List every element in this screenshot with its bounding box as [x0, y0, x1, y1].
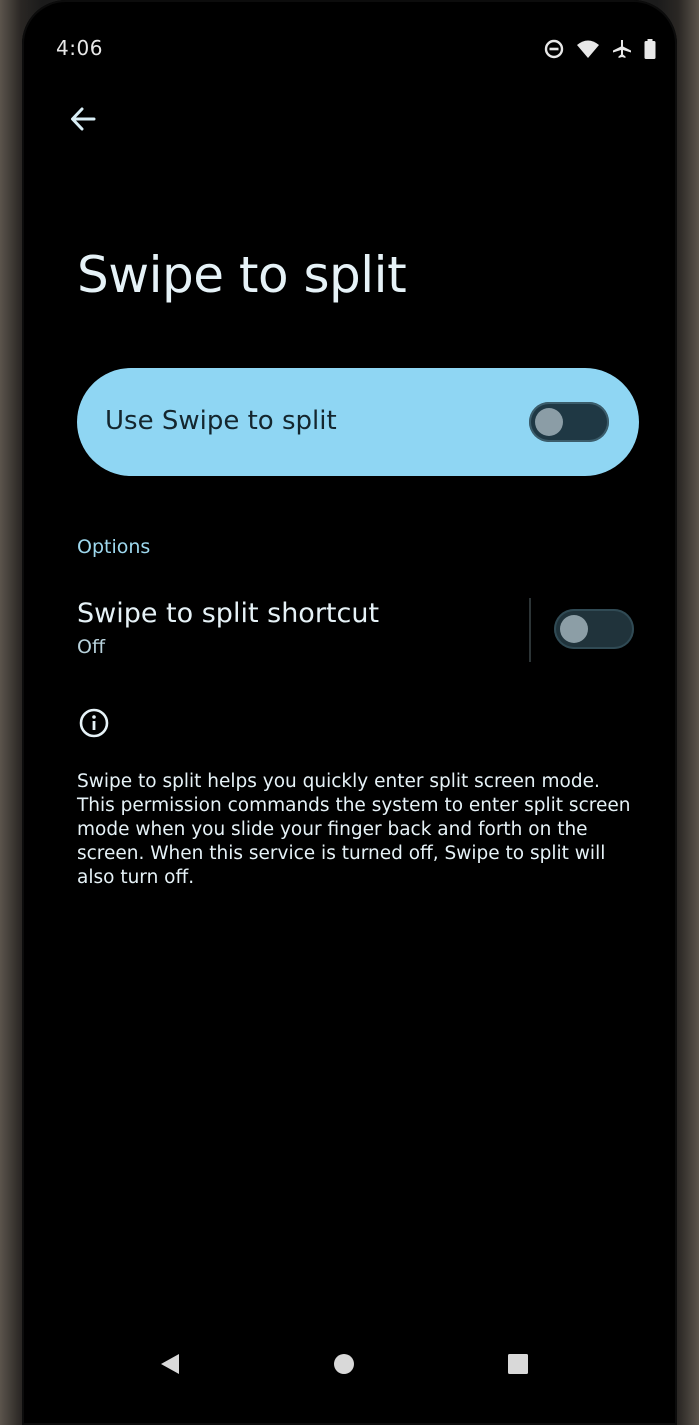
status-bar: 4:06 — [56, 36, 664, 66]
switch-knob — [535, 408, 563, 436]
do-not-disturb-icon — [544, 39, 564, 59]
nav-back-button[interactable] — [150, 1344, 190, 1384]
phone-device: 4:06 Swipe to split Use Swipe to split O… — [0, 0, 699, 1425]
status-icons — [544, 39, 656, 59]
options-header: Options — [77, 536, 151, 558]
airplane-icon — [613, 40, 631, 58]
info-description: Swipe to split helps you quickly enter s… — [77, 771, 631, 888]
use-swipe-to-split-label: Use Swipe to split — [105, 406, 337, 436]
info-icon — [79, 708, 109, 738]
shortcut-switch[interactable] — [554, 609, 634, 649]
switch-knob — [560, 615, 588, 643]
navigation-bar — [0, 1330, 699, 1390]
page-title: Swipe to split — [77, 246, 407, 304]
arrow-left-icon — [71, 107, 96, 131]
shortcut-title: Swipe to split shortcut — [77, 598, 380, 629]
status-time: 4:06 — [56, 36, 103, 60]
use-swipe-to-split-card[interactable]: Use Swipe to split — [77, 368, 639, 476]
recents-square-icon — [508, 1354, 528, 1374]
screen — [22, 0, 677, 1425]
home-circle-icon — [334, 1354, 354, 1374]
battery-icon — [644, 39, 656, 59]
nav-home-button[interactable] — [324, 1344, 364, 1384]
use-swipe-to-split-switch[interactable] — [529, 402, 609, 442]
back-button[interactable] — [62, 98, 104, 140]
nav-recents-button[interactable] — [498, 1344, 538, 1384]
row-divider — [529, 598, 531, 662]
back-triangle-icon — [161, 1354, 179, 1374]
wifi-icon — [577, 40, 599, 58]
swipe-to-split-shortcut-row[interactable]: Swipe to split shortcut Off — [60, 592, 660, 666]
shortcut-summary: Off — [77, 636, 106, 658]
